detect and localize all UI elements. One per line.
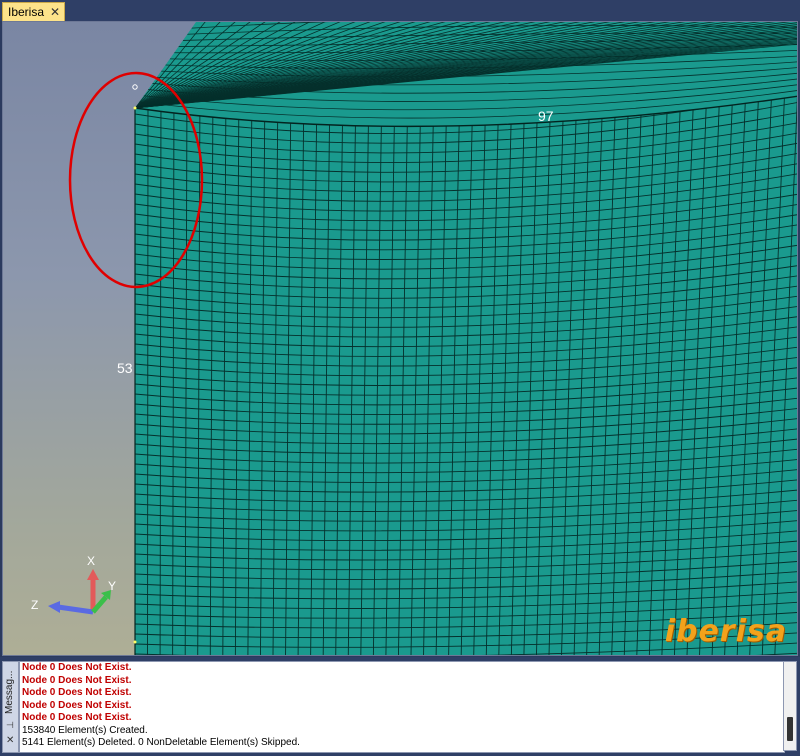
message-line: 153840 Element(s) Created. bbox=[22, 724, 148, 736]
tab-close-icon[interactable]: ✕ bbox=[50, 5, 60, 19]
mesh-body bbox=[135, 96, 797, 655]
message-log: Node 0 Does Not Exist. Node 0 Does Not Ex… bbox=[19, 661, 785, 753]
message-line: Node 0 Does Not Exist. bbox=[22, 687, 132, 698]
close-icon[interactable]: ✕ bbox=[6, 735, 14, 746]
dimension-label-left: 53 bbox=[117, 360, 133, 376]
scrollbar-thumb[interactable] bbox=[787, 717, 793, 741]
document-tab-bar: Iberisa ✕ bbox=[0, 0, 800, 21]
message-panel-header: Messag... ⊣ ✕ bbox=[2, 661, 19, 753]
axis-label-y: Y bbox=[108, 579, 117, 593]
message-panel: Messag... ⊣ ✕ Node 0 Does Not Exist. Node… bbox=[0, 657, 800, 756]
axis-label-z: Z bbox=[31, 598, 39, 612]
message-line: Node 0 Does Not Exist. bbox=[22, 699, 132, 711]
axis-label-x: X bbox=[87, 554, 96, 568]
message-line: 5141 Element(s) Deleted. 0 NonDeletable … bbox=[22, 737, 300, 748]
tab-label: Iberisa bbox=[8, 5, 45, 19]
message-line: Node 0 Does Not Exist. bbox=[22, 712, 132, 723]
node-point bbox=[133, 106, 137, 110]
dimension-label-top: 97 bbox=[538, 108, 554, 124]
message-panel-title: Messag... bbox=[4, 670, 15, 714]
coordinate-triad-icon bbox=[48, 569, 111, 615]
pin-icon[interactable]: ⊣ bbox=[6, 720, 14, 731]
message-line: Node 0 Does Not Exist. bbox=[22, 674, 132, 686]
iberisa-logo: iberisa bbox=[664, 614, 787, 649]
tab-iberisa[interactable]: Iberisa ✕ bbox=[2, 2, 66, 21]
mesh-viewport[interactable]: 97 53 X Y Z iberisa bbox=[2, 21, 798, 656]
message-line: Node 0 Does Not Exist. bbox=[22, 662, 132, 673]
node-point-bottom bbox=[133, 640, 137, 644]
mesh-canvas bbox=[48, 22, 797, 655]
message-scrollbar[interactable] bbox=[783, 661, 797, 751]
node-marker bbox=[132, 84, 138, 90]
